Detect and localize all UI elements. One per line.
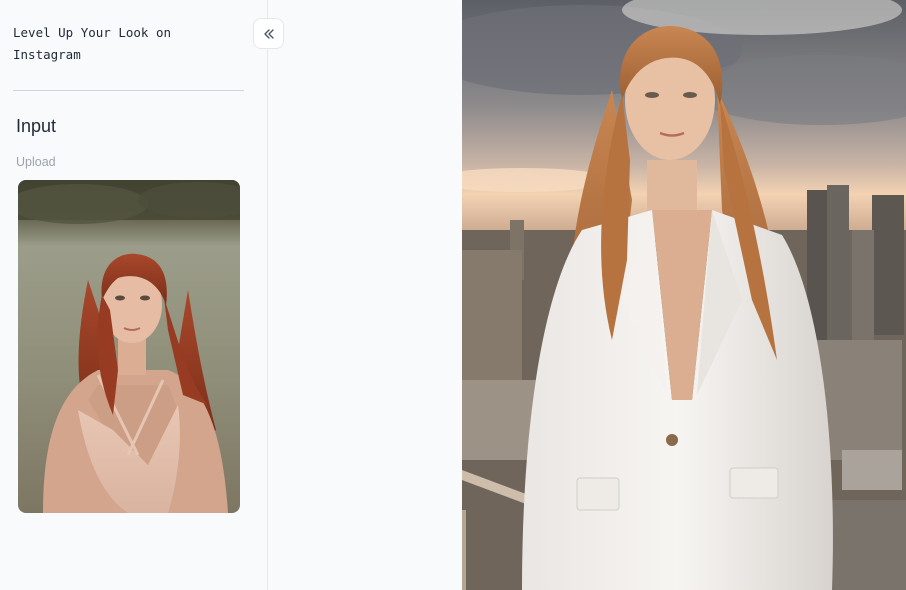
main-content-area xyxy=(269,0,462,590)
uploaded-image-preview[interactable] xyxy=(18,180,240,513)
app-window: Level Up Your Look on Instagram Input Up… xyxy=(0,0,906,590)
collapse-sidebar-button[interactable] xyxy=(253,18,284,49)
sidebar-divider xyxy=(13,90,244,91)
app-title: Level Up Your Look on Instagram xyxy=(13,25,172,62)
chevrons-left-icon xyxy=(262,27,276,41)
upload-label: Upload xyxy=(16,155,56,169)
sidebar: Level Up Your Look on Instagram Input Up… xyxy=(0,0,268,590)
generated-output-image[interactable] xyxy=(462,0,906,590)
input-section-heading: Input xyxy=(16,116,57,136)
